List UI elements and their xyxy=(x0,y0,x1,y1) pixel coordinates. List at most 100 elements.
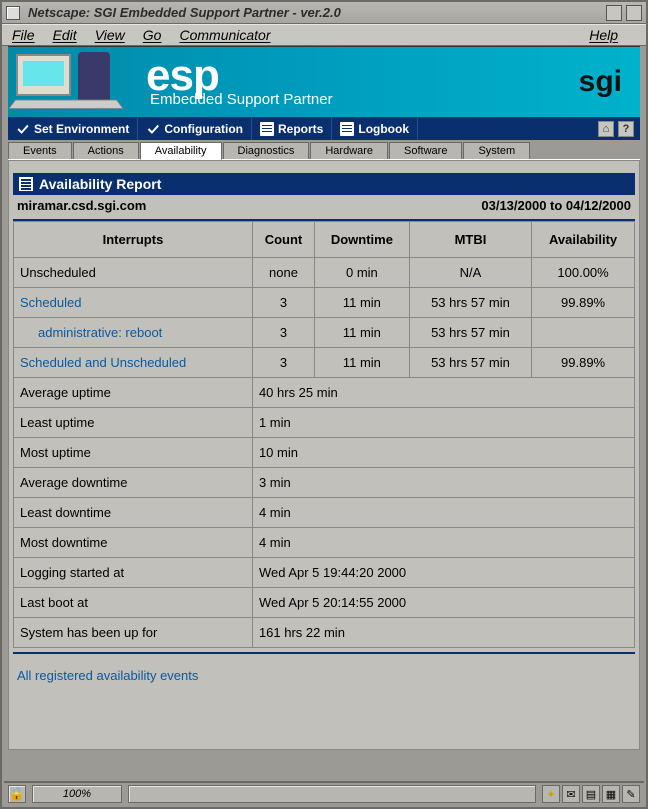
summary-row: Last boot atWed Apr 5 20:14:55 2000 xyxy=(14,588,635,618)
menu-view[interactable]: View xyxy=(95,27,125,43)
summary-value: 4 min xyxy=(252,498,634,528)
menu-help[interactable]: Help xyxy=(589,27,618,43)
nav-label: Reports xyxy=(278,122,323,136)
report-icon xyxy=(19,177,33,191)
summary-label: Least uptime xyxy=(14,408,253,438)
help-icon[interactable]: ? xyxy=(618,121,634,137)
menu-file[interactable]: File xyxy=(12,27,35,43)
address-icon[interactable]: ▦ xyxy=(602,785,620,803)
table-row: administrative: reboot311 min53 hrs 57 m… xyxy=(14,318,635,348)
product-logo: esp Embedded Support Partner xyxy=(146,56,333,109)
status-message xyxy=(128,785,536,803)
tab-hardware[interactable]: Hardware xyxy=(310,142,388,159)
summary-label: Logging started at xyxy=(14,558,253,588)
load-percent: 100% xyxy=(32,785,122,803)
report-period: 03/13/2000 to 04/12/2000 xyxy=(481,198,631,213)
check-icon xyxy=(146,122,160,136)
col-mtbi: MTBI xyxy=(409,222,531,258)
primary-nav: Set Environment Configuration Reports Lo… xyxy=(8,118,640,140)
document-icon xyxy=(260,122,274,136)
cell-avail: 100.00% xyxy=(532,258,635,288)
cell-downtime: 11 min xyxy=(314,348,409,378)
menu-go[interactable]: Go xyxy=(143,27,162,43)
brand-logo: sgi xyxy=(579,65,622,99)
cell-mtbi: 53 hrs 57 min xyxy=(409,288,531,318)
summary-value: 40 hrs 25 min xyxy=(252,378,634,408)
summary-label: Average downtime xyxy=(14,468,253,498)
cell-interrupts: Unscheduled xyxy=(14,258,253,288)
summary-label: Most uptime xyxy=(14,438,253,468)
table-row: Scheduled311 min53 hrs 57 min99.89% xyxy=(14,288,635,318)
hostname: miramar.csd.sgi.com xyxy=(17,198,146,213)
table-header-row: Interrupts Count Downtime MTBI Availabil… xyxy=(14,222,635,258)
tab-availability[interactable]: Availability xyxy=(140,142,222,160)
summary-value: 3 min xyxy=(252,468,634,498)
nav-set-environment[interactable]: Set Environment xyxy=(8,118,138,140)
summary-value: 10 min xyxy=(252,438,634,468)
menu-bar: File Edit View Go Communicator Help xyxy=(2,24,646,46)
summary-label: Least downtime xyxy=(14,498,253,528)
cell-interrupts[interactable]: administrative: reboot xyxy=(14,318,253,348)
menu-communicator[interactable]: Communicator xyxy=(179,27,270,43)
menu-edit[interactable]: Edit xyxy=(53,27,77,43)
cell-interrupts[interactable]: Scheduled xyxy=(14,288,253,318)
summary-value: Wed Apr 5 20:14:55 2000 xyxy=(252,588,634,618)
cell-mtbi: 53 hrs 57 min xyxy=(409,318,531,348)
tab-system[interactable]: System xyxy=(463,142,530,159)
cell-avail: 99.89% xyxy=(532,288,635,318)
availability-table: Interrupts Count Downtime MTBI Availabil… xyxy=(13,221,635,648)
summary-value: 1 min xyxy=(252,408,634,438)
summary-value: 161 hrs 22 min xyxy=(252,618,634,648)
news-icon[interactable]: ▤ xyxy=(582,785,600,803)
window-title: Netscape: SGI Embedded Support Partner -… xyxy=(28,5,341,20)
summary-row: Most downtime4 min xyxy=(14,528,635,558)
report-header: Availability Report xyxy=(13,173,635,195)
cell-count: none xyxy=(252,258,314,288)
tab-software[interactable]: Software xyxy=(389,142,462,159)
summary-label: Last boot at xyxy=(14,588,253,618)
tab-events[interactable]: Events xyxy=(8,142,72,159)
home-icon[interactable]: ⌂ xyxy=(598,121,614,137)
cell-downtime: 0 min xyxy=(314,258,409,288)
summary-row: Least downtime4 min xyxy=(14,498,635,528)
system-menu-icon[interactable] xyxy=(6,6,20,20)
cell-mtbi: 53 hrs 57 min xyxy=(409,348,531,378)
component-tray: ✦ ✉ ▤ ▦ ✎ xyxy=(542,785,640,803)
nav-configuration[interactable]: Configuration xyxy=(138,118,252,140)
cell-count: 3 xyxy=(252,288,314,318)
cell-avail: 99.89% xyxy=(532,348,635,378)
table-row: Scheduled and Unscheduled311 min53 hrs 5… xyxy=(14,348,635,378)
nav-logbook[interactable]: Logbook xyxy=(332,118,418,140)
composer-icon[interactable]: ✎ xyxy=(622,785,640,803)
app-window: Netscape: SGI Embedded Support Partner -… xyxy=(0,0,648,809)
table-row: Unschedulednone0 minN/A100.00% xyxy=(14,258,635,288)
summary-label: Average uptime xyxy=(14,378,253,408)
summary-row: Average downtime3 min xyxy=(14,468,635,498)
nav-label: Configuration xyxy=(164,122,243,136)
sub-tabs: Events Actions Availability Diagnostics … xyxy=(8,140,640,160)
nav-reports[interactable]: Reports xyxy=(252,118,332,140)
maximize-button[interactable] xyxy=(626,5,642,21)
banner: esp Embedded Support Partner sgi xyxy=(8,46,640,118)
tab-actions[interactable]: Actions xyxy=(73,142,139,159)
col-interrupts: Interrupts xyxy=(14,222,253,258)
summary-row: Most uptime10 min xyxy=(14,438,635,468)
computer-icon xyxy=(16,52,136,112)
all-events-link[interactable]: All registered availability events xyxy=(13,652,635,687)
mail-icon[interactable]: ✉ xyxy=(562,785,580,803)
cell-avail xyxy=(532,318,635,348)
cell-count: 3 xyxy=(252,348,314,378)
summary-label: System has been up for xyxy=(14,618,253,648)
lock-icon[interactable]: 🔒 xyxy=(8,785,26,803)
logo-text: esp xyxy=(146,56,333,96)
summary-label: Most downtime xyxy=(14,528,253,558)
status-bar: 🔒 100% ✦ ✉ ▤ ▦ ✎ xyxy=(4,781,644,805)
host-line: miramar.csd.sgi.com 03/13/2000 to 04/12/… xyxy=(13,195,635,221)
content-pane: Availability Report miramar.csd.sgi.com … xyxy=(8,160,640,750)
cell-downtime: 11 min xyxy=(314,288,409,318)
minimize-button[interactable] xyxy=(606,5,622,21)
cell-interrupts[interactable]: Scheduled and Unscheduled xyxy=(14,348,253,378)
tab-diagnostics[interactable]: Diagnostics xyxy=(223,142,310,159)
star-icon[interactable]: ✦ xyxy=(542,785,560,803)
summary-value: 4 min xyxy=(252,528,634,558)
